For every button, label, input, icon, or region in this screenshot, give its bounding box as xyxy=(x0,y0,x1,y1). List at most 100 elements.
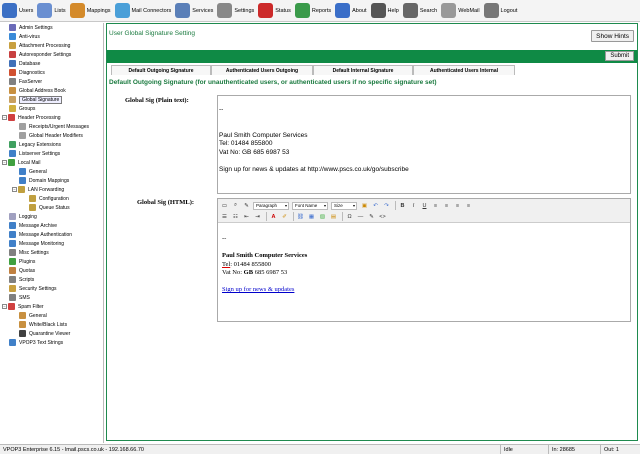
tree-item-quarantine-viewer[interactable]: Quarantine Viewer xyxy=(0,329,103,338)
tree-item-label: Quotas xyxy=(19,267,36,274)
tree-item-message-authentication[interactable]: Message Authentication xyxy=(0,230,103,239)
separator xyxy=(395,201,396,210)
horizontal-rule-icon[interactable]: — xyxy=(356,212,365,221)
paste-icon[interactable]: ▣ xyxy=(360,201,369,210)
paragraph-select[interactable]: Paragraph xyxy=(253,201,289,210)
tree-item-spam-filter[interactable]: − Spam Filter xyxy=(0,302,103,311)
tree-item-lan-forwarding[interactable]: − LAN Forwarding xyxy=(0,185,103,194)
find-icon[interactable]: ⌕ xyxy=(231,201,240,210)
align-right-icon[interactable]: ≡ xyxy=(453,201,462,210)
toolbar-logout-button[interactable]: Logout xyxy=(483,0,517,22)
text-color-icon[interactable]: A xyxy=(269,212,278,221)
tree-item-local-mail[interactable]: − Local Mail xyxy=(0,158,103,167)
collapse-icon[interactable]: − xyxy=(2,160,7,165)
tree-item-admin-settings[interactable]: Admin Settings xyxy=(0,23,103,32)
image-icon[interactable]: ▨ xyxy=(318,212,327,221)
tree-item-sms[interactable]: SMS xyxy=(0,293,103,302)
tree-item-groups[interactable]: Groups xyxy=(0,104,103,113)
tree-item-receipts-urgent-messages[interactable]: Receipts/Urgent Messages xyxy=(0,122,103,131)
edit-icon[interactable]: ✎ xyxy=(367,212,376,221)
tree-item-listserver-settings[interactable]: Listserver Settings xyxy=(0,149,103,158)
numbered-list-icon[interactable]: ☷ xyxy=(231,212,240,221)
align-center-icon[interactable]: ≡ xyxy=(442,201,451,210)
tab-default-internal[interactable]: Default Internal Signature xyxy=(313,65,413,75)
justify-icon[interactable]: ≡ xyxy=(464,201,473,210)
font-size-select[interactable]: Size xyxy=(331,201,357,210)
bold-icon[interactable]: B xyxy=(398,201,407,210)
tree-item-logging[interactable]: Logging xyxy=(0,212,103,221)
toolbar-about-button[interactable]: About xyxy=(335,0,367,22)
toolbar-help-button[interactable]: Help xyxy=(370,0,399,22)
tree-item-autoresponder-settings[interactable]: Autoresponder Settings xyxy=(0,50,103,59)
tree-item-diagnostics[interactable]: Diagnostics xyxy=(0,68,103,77)
tree-item-legacy-extensions[interactable]: Legacy Extensions xyxy=(0,140,103,149)
sig-tel-prefix: Tel xyxy=(222,260,231,268)
tree-item-white-black-lists[interactable]: White/Black Lists xyxy=(0,320,103,329)
outdent-icon[interactable]: ⇤ xyxy=(242,212,251,221)
table-icon[interactable]: ▦ xyxy=(307,212,316,221)
link-icon[interactable]: ⛓ xyxy=(296,212,305,221)
tree-item-vpop3-text-strings[interactable]: VPOP3 Text Strings xyxy=(0,338,103,347)
plain-sig-textarea[interactable]: -- Paul Smith Computer Services Tel: 01484… xyxy=(217,95,631,194)
tree-item-global-address-book[interactable]: Global Address Book xyxy=(0,86,103,95)
tree-item-global-signature[interactable]: Global Signature xyxy=(0,95,103,104)
tree-item-anti-virus[interactable]: Anti-virus xyxy=(0,32,103,41)
tree-item-domain-mappings[interactable]: Domain Mappings xyxy=(0,176,103,185)
underline-icon[interactable]: U xyxy=(420,201,429,210)
highlight-icon[interactable]: ✐ xyxy=(280,212,289,221)
tree-item-security-settings[interactable]: Security Settings xyxy=(0,284,103,293)
special-char-icon[interactable]: Ω xyxy=(345,212,354,221)
tree-item-label: Global Address Book xyxy=(19,87,66,94)
source-code-icon[interactable]: <> xyxy=(378,212,387,221)
toolbar-users-button[interactable]: Users xyxy=(2,0,33,22)
new-document-icon[interactable]: ▭ xyxy=(220,201,229,210)
align-left-icon[interactable]: ≡ xyxy=(431,201,440,210)
sig-subscribe-link[interactable]: Sign up for news & updates xyxy=(222,286,630,295)
collapse-icon[interactable]: − xyxy=(2,304,7,309)
tree-item-attachment-processing[interactable]: Attachment Processing xyxy=(0,41,103,50)
toolbar-mail-connectors-button[interactable]: Mail Connectors xyxy=(114,0,171,22)
tab-authenticated-outgoing[interactable]: Authenticated Users Outgoing xyxy=(211,65,313,75)
tree-item-configuration[interactable]: Configuration xyxy=(0,194,103,203)
tree-item-database[interactable]: Database xyxy=(0,59,103,68)
toolbar-webmail-button[interactable]: WebMail xyxy=(441,0,480,22)
toolbar-mappings-button[interactable]: Mappings xyxy=(69,0,111,22)
collapse-icon[interactable]: − xyxy=(2,115,7,120)
indent-icon[interactable]: ⇥ xyxy=(253,212,262,221)
tree-item-message-monitoring[interactable]: Message Monitoring xyxy=(0,239,103,248)
editor-body[interactable]: -- Paul Smith Computer Services Tel: 014… xyxy=(218,223,630,295)
tree-item-message-archive[interactable]: Message Archive xyxy=(0,221,103,230)
tree-item-scripts[interactable]: Scripts xyxy=(0,275,103,284)
toolbar-search-button[interactable]: Search xyxy=(402,0,437,22)
tree-item-plugins[interactable]: Plugins xyxy=(0,257,103,266)
tree-item-general[interactable]: General xyxy=(0,167,103,176)
toolbar-settings-button[interactable]: Settings xyxy=(217,0,254,22)
redo-icon[interactable]: ↷ xyxy=(382,201,391,210)
tree-item-general[interactable]: General xyxy=(0,311,103,320)
undo-icon[interactable]: ↶ xyxy=(371,201,380,210)
tree-item-global-header-modifiers[interactable]: Global Header Modifiers xyxy=(0,131,103,140)
bullet-list-icon[interactable]: ☰ xyxy=(220,212,229,221)
submit-button[interactable]: Submit xyxy=(605,51,634,61)
logout-icon xyxy=(483,3,499,18)
font-name-select[interactable]: Font Name xyxy=(292,201,328,210)
tab-authenticated-internal[interactable]: Authenticated Users Internal xyxy=(413,65,515,75)
italic-icon[interactable]: I xyxy=(409,201,418,210)
media-icon[interactable]: ▤ xyxy=(329,212,338,221)
toolbar-reports-button[interactable]: Reports xyxy=(294,0,331,22)
tree-item-faxserver[interactable]: FaxServer xyxy=(0,77,103,86)
tab-default-outgoing[interactable]: Default Outgoing Signature xyxy=(111,65,211,75)
tree-item-queue-status[interactable]: Queue Status xyxy=(0,203,103,212)
tree-item-header-processing[interactable]: − Header Processing xyxy=(0,113,103,122)
toolbar-label: Lists xyxy=(54,7,66,14)
collapse-icon[interactable]: − xyxy=(12,187,17,192)
tree-item-label: Global Signature xyxy=(19,95,63,104)
cleanup-icon[interactable]: ✎ xyxy=(242,201,251,210)
tree-item-misc-settings[interactable]: Misc Settings xyxy=(0,248,103,257)
tree-item-label: Message Archive xyxy=(19,222,58,229)
tree-item-quotas[interactable]: Quotas xyxy=(0,266,103,275)
toolbar-lists-button[interactable]: Lists xyxy=(37,0,66,22)
toolbar-status-button[interactable]: Status xyxy=(258,0,291,22)
show-hints-button[interactable]: Show Hints xyxy=(591,30,634,42)
toolbar-services-button[interactable]: Services xyxy=(175,0,213,22)
